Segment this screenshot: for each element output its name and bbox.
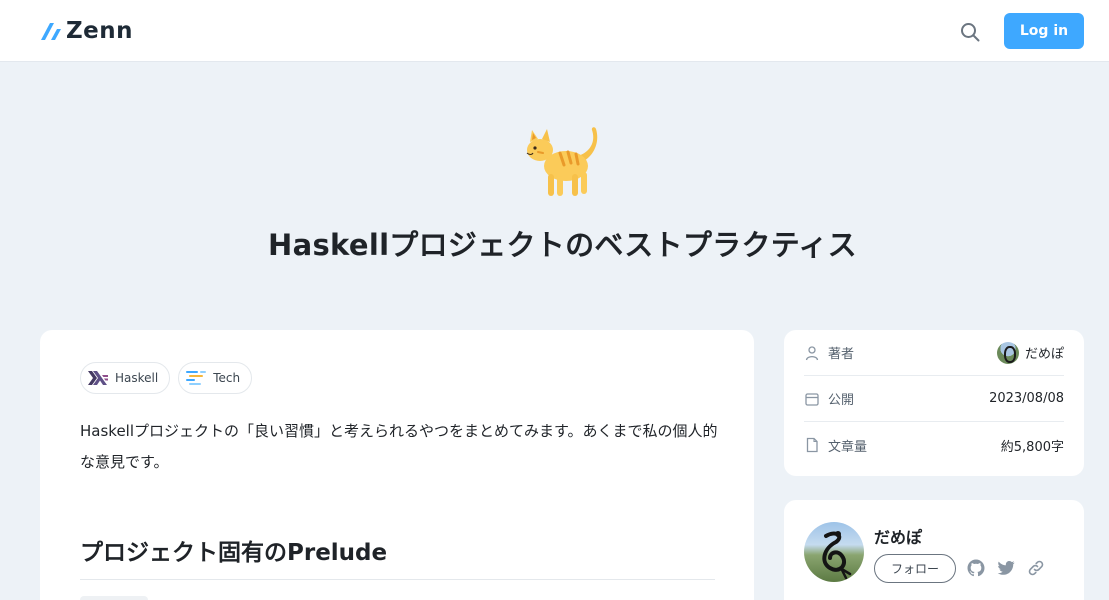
topic-tech-label: Tech <box>213 371 241 385</box>
zenn-logo-icon <box>41 23 61 40</box>
github-icon[interactable] <box>966 558 986 578</box>
logo-text: Zenn <box>66 18 134 44</box>
info-wordcount-label: 文章量 <box>828 439 868 455</box>
person-icon <box>805 345 819 360</box>
author-link[interactable]: だめぽ <box>996 341 1064 364</box>
info-wordcount-value: 約5,800字 <box>1000 439 1064 455</box>
topic-tech[interactable]: Tech <box>178 362 253 394</box>
site-header: Zenn Log in <box>0 0 1109 62</box>
document-icon <box>806 437 818 453</box>
info-row-author: 著者 だめぽ <box>804 330 1064 376</box>
tech-icon <box>186 371 207 385</box>
section-heading: プロジェクト固有のPrelude <box>80 533 715 580</box>
zenn-logo[interactable]: Zenn <box>40 17 133 45</box>
author-mini-avatar <box>996 341 1019 364</box>
author-card-name[interactable]: だめぽ <box>874 524 922 548</box>
info-row-wordcount: 文章量 約5,800字 <box>804 422 1064 468</box>
topic-haskell-label: Haskell <box>115 371 159 385</box>
info-author-label: 著者 <box>828 347 855 362</box>
calendar-icon <box>805 392 819 406</box>
code-block <box>80 596 148 600</box>
search-icon <box>961 23 980 42</box>
cat-emoji <box>526 127 598 196</box>
info-published-label: 公開 <box>828 393 855 408</box>
haskell-icon <box>88 371 108 385</box>
twitter-icon[interactable] <box>996 558 1016 578</box>
author-avatar[interactable] <box>804 522 864 582</box>
article-body-card: Haskell Tech Haskellプロジェクトの「良い習慣」と考えられるや… <box>40 330 754 600</box>
link-icon[interactable] <box>1026 558 1046 578</box>
article-info-card: 著者 だめぽ 公開 2023/08/08 文章量 約5,800字 <box>784 330 1084 476</box>
follow-button[interactable]: フォロー <box>874 554 956 583</box>
info-author-name: だめぽ <box>1024 347 1064 362</box>
topic-list: Haskell Tech <box>80 362 253 394</box>
info-row-published: 公開 2023/08/08 <box>804 376 1064 422</box>
article-title: Haskellプロジェクトのベストプラクティス <box>268 228 857 262</box>
article-lead: Haskellプロジェクトの「良い習慣」と考えられるやつをまとめてみます。あくま… <box>80 422 718 471</box>
info-published-date: 2023/08/08 <box>989 391 1064 406</box>
topic-haskell[interactable]: Haskell <box>80 362 171 394</box>
search-button[interactable] <box>958 20 982 44</box>
login-button[interactable]: Log in <box>1004 13 1084 49</box>
avatar-illustration <box>822 531 852 580</box>
author-card: だめぽ フォロー <box>784 500 1084 600</box>
